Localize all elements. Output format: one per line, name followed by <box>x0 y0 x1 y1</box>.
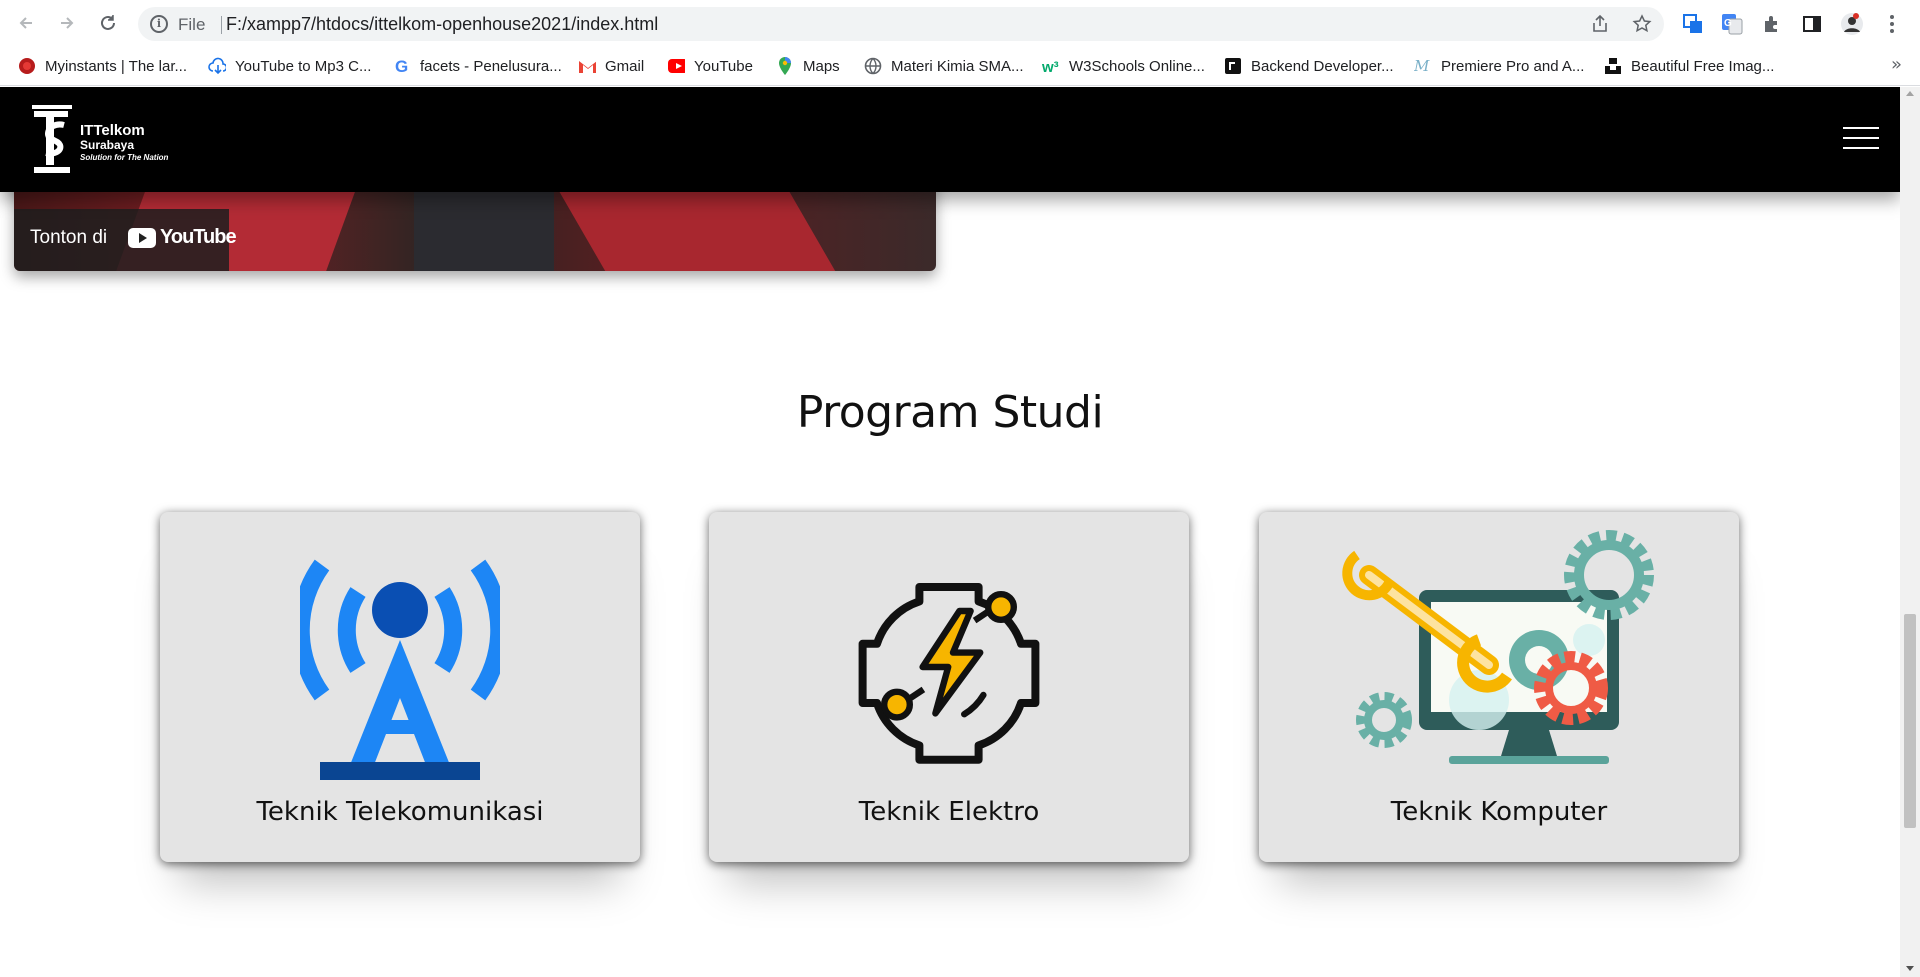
watch-on-youtube-link[interactable]: YouTube <box>128 226 237 249</box>
address-url[interactable]: F:/xampp7/htdocs/ittelkom-openhouse2021/… <box>226 14 658 35</box>
bookmarks-bar: Myinstants | The lar... YouTube to Mp3 C… <box>0 46 1920 86</box>
address-bar[interactable]: i File F:/xampp7/htdocs/ittelkom-openhou… <box>138 7 1664 41</box>
hamburger-menu-button[interactable] <box>1843 127 1879 149</box>
side-panel-icon[interactable] <box>1800 12 1824 36</box>
site-logo[interactable]: ITTelkom Surabaya Solution for The Natio… <box>28 103 168 177</box>
bookmark-w3schools[interactable]: w³ W3Schools Online... <box>1042 55 1205 77</box>
site-navbar: ITTelkom Surabaya Solution for The Natio… <box>0 87 1900 192</box>
program-label: Teknik Elektro <box>858 797 1040 827</box>
ext-translate-icon[interactable] <box>1681 12 1705 36</box>
reload-icon <box>101 15 115 30</box>
bookmark-label: Premiere Pro and A... <box>1441 57 1585 75</box>
bookmark-label: YouTube to Mp3 C... <box>235 57 372 75</box>
youtube-wordmark: YouTube <box>160 226 237 248</box>
scroll-down-arrow-icon[interactable] <box>1906 966 1914 971</box>
bookmark-label: Materi Kimia SMA... <box>891 57 1024 75</box>
logo-line-1: ITTelkom <box>80 122 145 139</box>
forward-button[interactable] <box>53 9 81 37</box>
extensions-puzzle-icon[interactable] <box>1760 12 1784 36</box>
hamburger-line <box>1843 137 1879 139</box>
hamburger-line <box>1843 147 1879 149</box>
bookmark-maps[interactable]: Maps <box>776 55 840 77</box>
hamburger-line <box>1843 127 1879 129</box>
bookmark-star-icon[interactable] <box>1632 14 1652 34</box>
bookmark-label: Backend Developer... <box>1251 57 1394 75</box>
back-button[interactable] <box>12 9 40 37</box>
gmail-icon <box>578 57 596 75</box>
premiere-icon: M <box>1414 57 1432 75</box>
address-separator <box>221 16 222 34</box>
bookmark-backend-developer[interactable]: Backend Developer... <box>1224 55 1394 77</box>
svg-text:G: G <box>1724 18 1732 29</box>
svg-text:M: M <box>1414 57 1430 75</box>
bookmark-label: Gmail <box>605 57 645 75</box>
share-icon[interactable] <box>1590 14 1610 34</box>
w3schools-icon: w³ <box>1042 57 1060 75</box>
address-scheme: File <box>178 15 206 34</box>
computer-gears-icon <box>1329 530 1669 780</box>
bookmark-youtube[interactable]: YouTube <box>667 55 753 77</box>
bookmark-label: W3Schools Online... <box>1069 57 1205 75</box>
google-translate-icon[interactable]: G <box>1720 12 1744 36</box>
logo-tagline: Solution for The Nation <box>80 153 169 162</box>
info-icon[interactable]: i <box>150 15 168 33</box>
google-icon: G <box>393 57 411 75</box>
bookmark-premiere-pro[interactable]: M Premiere Pro and A... <box>1414 55 1584 77</box>
bookmark-unsplash[interactable]: Beautiful Free Imag... <box>1604 55 1774 77</box>
electric-chip-icon <box>849 530 1049 780</box>
section-title: Program Studi <box>796 387 1104 438</box>
bookmark-gmail[interactable]: Gmail <box>578 55 644 77</box>
program-label: Teknik Telekomunikasi <box>256 797 544 827</box>
bookmark-label: YouTube <box>694 57 753 75</box>
maps-icon <box>776 57 794 75</box>
bookmark-youtube-mp3[interactable]: YouTube to Mp3 C... <box>208 55 371 77</box>
antenna-tower-icon <box>300 530 500 780</box>
profile-avatar-icon[interactable] <box>1840 12 1864 36</box>
bookmark-label: Maps <box>803 57 840 75</box>
browser-toolbar: i File F:/xampp7/htdocs/ittelkom-openhou… <box>0 0 1920 46</box>
program-card-elektro[interactable]: Teknik Elektro <box>709 512 1189 862</box>
menu-kebab-icon[interactable] <box>1880 12 1904 36</box>
roadmap-icon <box>1224 57 1242 75</box>
ittelkom-logo-icon <box>32 105 72 173</box>
cloud-download-icon <box>208 57 226 75</box>
arrow-right-icon <box>61 17 74 29</box>
watch-on-label[interactable]: Tonton di <box>30 227 107 249</box>
myinstants-icon <box>18 57 36 75</box>
reload-button[interactable] <box>94 9 122 37</box>
bookmark-label: Myinstants | The lar... <box>45 57 188 75</box>
unsplash-icon <box>1604 57 1622 75</box>
globe-icon <box>864 57 882 75</box>
bookmark-myinstants[interactable]: Myinstants | The lar... <box>18 55 187 77</box>
scrollbar-thumb[interactable] <box>1904 614 1916 828</box>
bookmark-label: facets - Penelusura... <box>420 57 562 75</box>
arrow-left-icon <box>19 17 32 29</box>
program-card-komputer[interactable]: Teknik Komputer <box>1259 512 1739 862</box>
bookmarks-overflow-button[interactable]: » <box>1891 54 1902 75</box>
logo-line-2: Surabaya <box>80 138 135 152</box>
youtube-icon <box>667 57 685 75</box>
page-scrollbar[interactable] <box>1900 87 1920 977</box>
bookmark-facets[interactable]: G facets - Penelusura... <box>393 55 562 77</box>
bookmark-materi-kimia[interactable]: Materi Kimia SMA... <box>864 55 1024 77</box>
program-label: Teknik Komputer <box>1390 797 1608 827</box>
svg-text:G: G <box>395 57 408 75</box>
svg-text:w³: w³ <box>1042 59 1059 75</box>
youtube-play-icon <box>128 227 156 248</box>
scroll-up-arrow-icon[interactable] <box>1906 91 1914 96</box>
logo-text: ITTelkom Surabaya Solution for The Natio… <box>80 123 168 164</box>
bookmark-label: Beautiful Free Imag... <box>1631 57 1775 75</box>
page-viewport: Tonton di YouTube ITTelkom Surabaya Solu… <box>0 87 1900 977</box>
program-card-telekomunikasi[interactable]: Teknik Telekomunikasi <box>160 512 640 862</box>
